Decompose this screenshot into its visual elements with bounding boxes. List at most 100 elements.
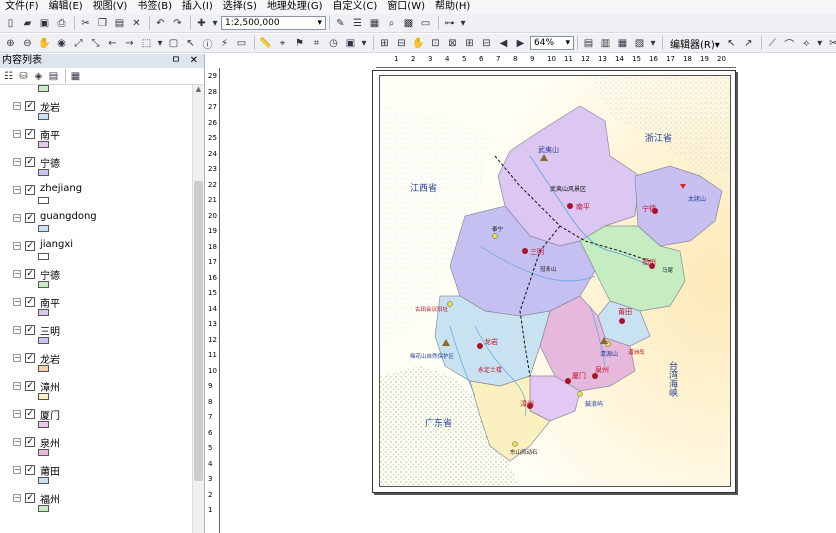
- toc-layer[interactable]: − ✓ 宁德: [0, 260, 192, 288]
- add-data-icon[interactable]: ✚: [194, 16, 209, 31]
- open-folder-icon[interactable]: ▰: [20, 16, 35, 31]
- end-point-arc-icon[interactable]: ⌒: [782, 36, 797, 51]
- layer-name[interactable]: 龙岩: [40, 351, 60, 366]
- python-window-icon[interactable]: ▭: [418, 16, 433, 31]
- layer-visibility-checkbox[interactable]: ✓: [25, 465, 35, 475]
- layer-symbol-swatch[interactable]: [38, 477, 49, 484]
- layer-visibility-checkbox[interactable]: ✓: [25, 185, 35, 195]
- layout-zoom-dropdown[interactable]: 64% ▾: [530, 36, 574, 50]
- options-icon[interactable]: ▦: [69, 70, 82, 83]
- layer-name[interactable]: 南平: [40, 295, 60, 310]
- layout-view[interactable]: 29 28 27 26 25 24 23 22 21 20 19 18 17 16 15 14 13 12 11 10…: [206, 54, 836, 533]
- toc-layer[interactable]: − ✓ 福州: [0, 484, 192, 512]
- layer-name[interactable]: 宁德: [40, 267, 60, 282]
- arctoolbox-icon[interactable]: ▩: [401, 16, 416, 31]
- toc-layer[interactable]: − ✓ 南平: [0, 288, 192, 316]
- create-viewer-icon[interactable]: ▣: [343, 36, 358, 51]
- layer-symbol-swatch[interactable]: [38, 281, 49, 288]
- collapse-icon[interactable]: −: [13, 298, 21, 306]
- layer-name[interactable]: 漳州: [40, 379, 60, 394]
- layer-name[interactable]: 泉州: [40, 435, 60, 450]
- layer-name[interactable]: 南平: [40, 127, 60, 142]
- copy-icon[interactable]: ❐: [95, 16, 110, 31]
- zoom-in-icon[interactable]: ⊕: [3, 36, 18, 51]
- edit-annotation-icon[interactable]: ↗: [741, 36, 756, 51]
- find-icon[interactable]: ⌖: [275, 36, 290, 51]
- layer-name[interactable]: guangdong: [40, 211, 97, 222]
- layer-visibility-checkbox[interactable]: ✓: [25, 269, 35, 279]
- list-by-drawing-order-icon[interactable]: ☷: [2, 70, 15, 83]
- toc-layer[interactable]: − ✓ 宁德: [0, 148, 192, 176]
- layer-visibility-checkbox[interactable]: ✓: [25, 353, 35, 363]
- menu-item[interactable]: 窗口(W): [382, 0, 430, 14]
- collapse-icon[interactable]: −: [13, 214, 21, 222]
- delete-icon[interactable]: ✕: [129, 16, 144, 31]
- menu-item[interactable]: 自定义(C): [328, 0, 383, 14]
- collapse-icon[interactable]: −: [13, 102, 21, 110]
- collapse-icon[interactable]: −: [13, 438, 21, 446]
- toc-scrollbar[interactable]: ▲: [192, 85, 204, 533]
- layer-name[interactable]: 龙岩: [40, 99, 60, 114]
- change-layout-icon[interactable]: ▦: [615, 36, 630, 51]
- toc-layer[interactable]: − ✓ 三明: [0, 316, 192, 344]
- toc-layer[interactable]: − ✓ zhejiang: [0, 176, 192, 204]
- layer-symbol-swatch[interactable]: [38, 449, 49, 456]
- print-icon[interactable]: ⎙: [54, 16, 69, 31]
- previous-extent-icon[interactable]: ◀: [496, 36, 511, 51]
- layer-symbol-swatch[interactable]: [38, 365, 49, 372]
- search-window-icon[interactable]: ⌕: [384, 16, 399, 31]
- collapse-icon[interactable]: −: [13, 186, 21, 194]
- menu-item[interactable]: 地理处理(G): [262, 0, 328, 14]
- redo-icon[interactable]: ↷: [170, 16, 185, 31]
- layer-name[interactable]: 莆田: [40, 463, 60, 478]
- layer-visibility-checkbox[interactable]: ✓: [25, 157, 35, 167]
- layer-symbol-swatch[interactable]: [38, 505, 49, 512]
- cut-icon[interactable]: ✂: [78, 16, 93, 31]
- editor-toolbar-icon[interactable]: ✎: [333, 16, 348, 31]
- layer-visibility-checkbox[interactable]: ✓: [25, 101, 35, 111]
- html-popup-icon[interactable]: ▭: [234, 36, 249, 51]
- collapse-icon[interactable]: −: [13, 326, 21, 334]
- editor-menu[interactable]: 编辑器(R)▾: [666, 36, 724, 51]
- split-tool-icon[interactable]: ✂: [826, 36, 836, 51]
- chevron-down-icon[interactable]: ▾: [211, 16, 219, 31]
- layout-fixed-in-icon[interactable]: ⊞: [462, 36, 477, 51]
- collapse-icon[interactable]: −: [13, 410, 21, 418]
- layer-symbol-swatch[interactable]: [38, 197, 49, 204]
- toggle-draft-mode-icon[interactable]: ▤: [581, 36, 596, 51]
- collapse-icon[interactable]: −: [13, 158, 21, 166]
- back-extent-icon[interactable]: ←: [105, 36, 120, 51]
- toc-layer[interactable]: − ✓ 莆田: [0, 456, 192, 484]
- model-builder-icon[interactable]: ⊶: [442, 16, 457, 31]
- undo-icon[interactable]: ↶: [153, 16, 168, 31]
- forward-extent-icon[interactable]: →: [122, 36, 137, 51]
- measure-icon[interactable]: 📏: [258, 36, 273, 51]
- clear-selection-icon[interactable]: ▢: [166, 36, 181, 51]
- layer-symbol-swatch[interactable]: [38, 169, 49, 176]
- layer-name[interactable]: jiangxi: [40, 239, 73, 250]
- menu-item[interactable]: 插入(I): [177, 0, 218, 14]
- chevron-down-icon[interactable]: ▾: [816, 36, 824, 51]
- list-by-source-icon[interactable]: ⛁: [17, 70, 30, 83]
- layout-pan-icon[interactable]: ✋: [411, 36, 426, 51]
- layout-fixed-out-icon[interactable]: ⊟: [479, 36, 494, 51]
- layer-visibility-checkbox[interactable]: ✓: [25, 493, 35, 503]
- focus-data-frame-icon[interactable]: ▥: [598, 36, 613, 51]
- zoom-whole-page-icon[interactable]: ⊡: [428, 36, 443, 51]
- next-extent-icon[interactable]: ▶: [513, 36, 528, 51]
- layer-visibility-checkbox[interactable]: ✓: [25, 129, 35, 139]
- layer-symbol-swatch[interactable]: [38, 393, 49, 400]
- toc-layer[interactable]: − ✓ 龙岩: [0, 344, 192, 372]
- menu-item[interactable]: 帮助(H): [430, 0, 475, 14]
- full-extent-icon[interactable]: ◉: [54, 36, 69, 51]
- layer-symbol-swatch[interactable]: [38, 421, 49, 428]
- layer-visibility-checkbox[interactable]: ✓: [25, 241, 35, 251]
- layer-name[interactable]: 厦门: [40, 407, 60, 422]
- layer-visibility-checkbox[interactable]: ✓: [25, 437, 35, 447]
- collapse-icon[interactable]: −: [13, 382, 21, 390]
- straight-segment-icon[interactable]: ⟋: [765, 36, 780, 51]
- scroll-up-icon[interactable]: ▲: [193, 85, 204, 95]
- menu-item[interactable]: 编辑(E): [44, 0, 88, 14]
- layer-visibility-checkbox[interactable]: ✓: [25, 381, 35, 391]
- layer-name[interactable]: zhejiang: [40, 183, 82, 194]
